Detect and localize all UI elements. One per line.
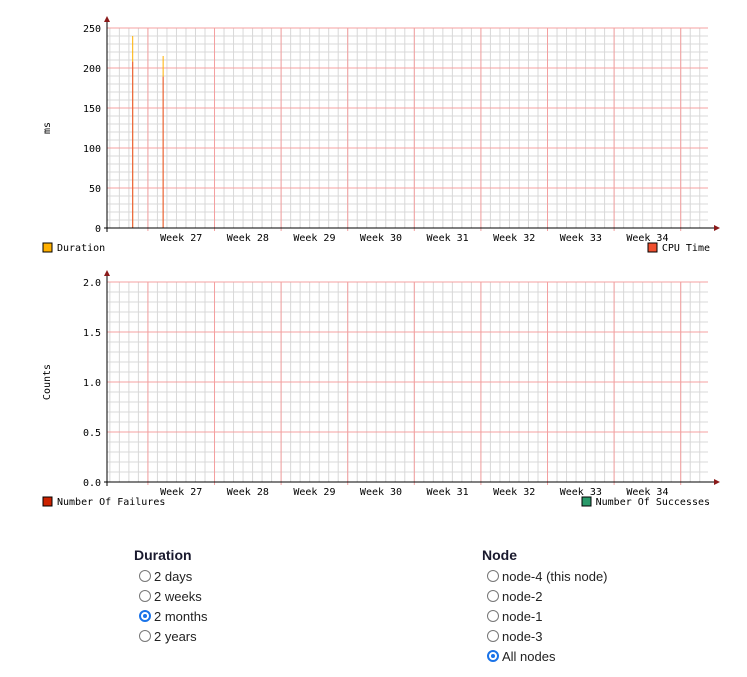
x-tick-label: Week 28 [227, 233, 269, 244]
node-option[interactable]: node-4 (this node) [487, 566, 608, 586]
x-axis-arrow-icon [714, 479, 720, 485]
option-label: All nodes [502, 648, 556, 664]
node-title: Node [482, 547, 517, 563]
charts: Week 27 Week 28 Week 29 Week 30 Week 31 Week … [42, 16, 720, 508]
y-tick-label: 200 [83, 64, 101, 75]
legend-swatch [42, 242, 53, 253]
y-tick-label: 0.5 [83, 428, 101, 439]
y-tick-label: 150 [83, 104, 101, 115]
x-tick-label: Week 30 [360, 487, 402, 498]
radio-button[interactable] [487, 610, 499, 622]
x-tick-label: Week 29 [293, 233, 335, 244]
legend-label: Duration [57, 243, 105, 254]
legend-swatch [581, 496, 592, 507]
radio-button[interactable] [487, 570, 499, 582]
legend-swatch [42, 496, 53, 507]
option-label: 2 months [154, 608, 208, 624]
x-axis-arrow-icon [714, 225, 720, 231]
x-tick-label: Week 33 [560, 233, 602, 244]
y-axis-label: ms [42, 122, 53, 134]
y-axis-arrow-icon [104, 270, 110, 276]
radio-button[interactable] [139, 630, 151, 642]
x-tick-label: Week 27 [160, 487, 202, 498]
y-axis-arrow-icon [104, 16, 110, 22]
y-tick-label: 250 [83, 24, 101, 35]
node-option[interactable]: node-3 [487, 626, 608, 646]
x-tick-label: Week 31 [427, 487, 469, 498]
y-tick-label: 0.0 [83, 478, 101, 489]
node-option[interactable]: node-2 [487, 586, 608, 606]
option-label: 2 years [154, 628, 197, 644]
radio-button[interactable] [487, 590, 499, 602]
option-label: node-2 [502, 588, 543, 604]
x-tick-label: Week 31 [427, 233, 469, 244]
y-tick-label: 0 [95, 224, 101, 235]
x-tick-label: Week 27 [160, 233, 202, 244]
duration-option[interactable]: 2 years [139, 626, 207, 646]
y-axis-label: Counts [42, 364, 53, 400]
option-label: node-1 [502, 608, 543, 624]
radio-button[interactable] [139, 570, 151, 582]
x-tick-label: Week 29 [293, 487, 335, 498]
legend-label: Number Of Failures [57, 497, 165, 508]
y-tick-label: 50 [89, 184, 101, 195]
option-label: 2 days [154, 568, 193, 584]
option-label: 2 weeks [154, 588, 202, 604]
duration-group: Duration 2 days 2 weeks 2 months 2 years [134, 547, 207, 646]
x-tick-label: Week 32 [493, 233, 535, 244]
radio-button[interactable] [139, 590, 151, 602]
option-label: node-4 (this node) [502, 568, 608, 584]
radio-button[interactable] [487, 630, 499, 642]
legend-swatch [647, 242, 658, 253]
duration-title: Duration [134, 547, 192, 563]
legend-label: Number Of Successes [596, 497, 710, 508]
node-group: Node node-4 (this node) node-2 node-1 node-… [482, 547, 608, 666]
x-tick-label: Week 28 [227, 487, 269, 498]
y-tick-label: 2.0 [83, 278, 101, 289]
option-label: node-3 [502, 628, 543, 644]
radio-button[interactable] [487, 650, 499, 662]
node-option[interactable]: node-1 [487, 606, 608, 626]
x-tick-label: Week 30 [360, 233, 402, 244]
radio-button[interactable] [139, 610, 151, 622]
legend-label: CPU Time [662, 243, 710, 254]
y-tick-label: 1.0 [83, 378, 101, 389]
y-tick-label: 1.5 [83, 328, 101, 339]
node-option[interactable]: All nodes [487, 646, 608, 666]
y-tick-label: 100 [83, 144, 101, 155]
x-tick-label: Week 32 [493, 487, 535, 498]
duration-option[interactable]: 2 weeks [139, 586, 207, 606]
duration-option[interactable]: 2 days [139, 566, 207, 586]
duration-option[interactable]: 2 months [139, 606, 207, 626]
